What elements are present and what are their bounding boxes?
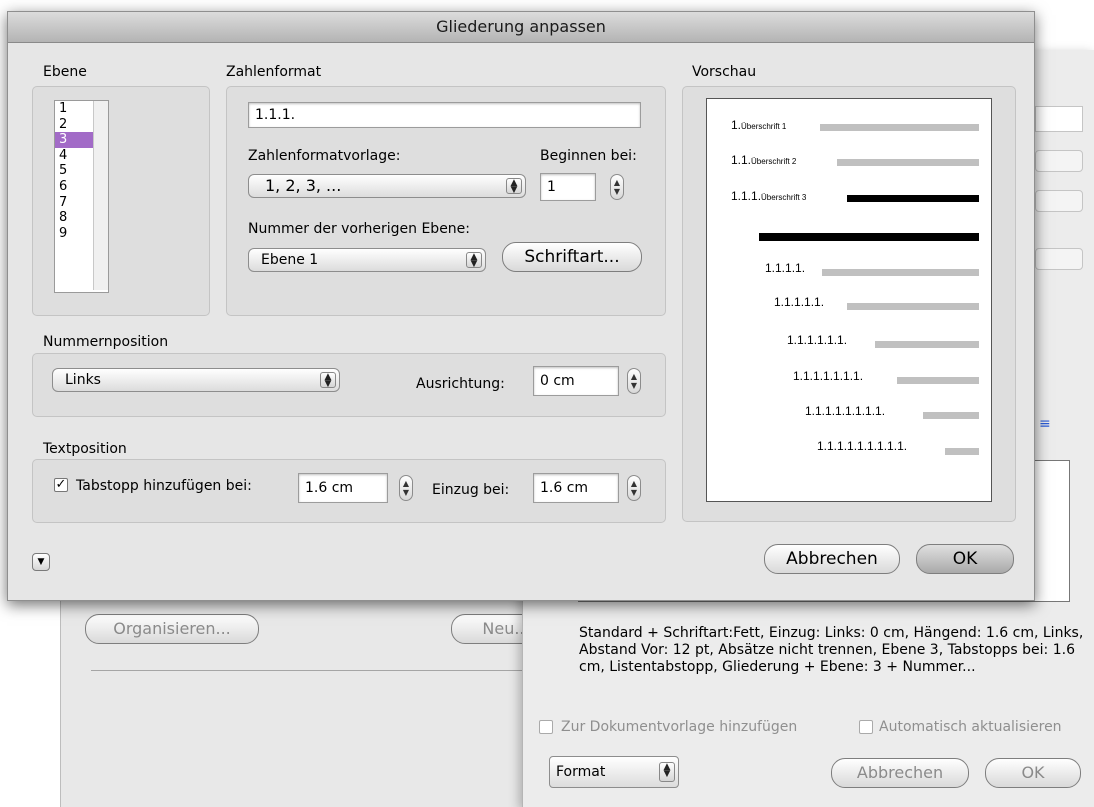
add-tab-label: Tabstopp hinzufügen bei:	[76, 478, 252, 494]
checkmark-icon: ✓	[55, 477, 67, 492]
dialog-title: Gliederung anpassen	[436, 17, 606, 36]
format-label: Format	[556, 764, 606, 780]
preview-bar	[820, 124, 979, 131]
start-at-stepper[interactable]: ▲ ▼	[610, 174, 624, 200]
cancel-button[interactable]: Abbrechen	[764, 544, 900, 574]
preview-bar	[945, 448, 979, 455]
preview-bar-selected	[847, 195, 979, 202]
popup-arrows-icon: ▲ ▼	[320, 372, 336, 389]
preview-line-1: 1.Überschrift 1	[731, 118, 787, 132]
auto-update-checkbox[interactable]	[859, 720, 873, 734]
indent-stepper[interactable]: ▲ ▼	[627, 475, 641, 501]
preview-bar	[837, 159, 979, 166]
add-tab-checkbox[interactable]: ✓	[54, 478, 68, 492]
start-at-label: Beginnen bei:	[540, 148, 637, 164]
number-alignment-popup[interactable]: Links ▲ ▼	[52, 368, 340, 392]
tab-position-field[interactable]: 1.6 cm	[298, 473, 388, 503]
preview-line-6: 1.1.1.1.1.	[774, 295, 825, 309]
level-list[interactable]: 123456789	[54, 100, 109, 293]
start-at-field[interactable]: 1	[540, 173, 596, 201]
add-to-template-checkbox[interactable]	[539, 720, 553, 734]
bg-popup-1	[1035, 150, 1083, 172]
divider	[91, 670, 551, 671]
bg-ok-button[interactable]: OK	[985, 758, 1081, 788]
preview-bar	[847, 303, 979, 310]
preview-line-7: 1.1.1.1.1.1.	[787, 333, 848, 347]
bg-cancel-button[interactable]: Abbrechen	[831, 758, 969, 788]
level-label: Ebene	[43, 64, 87, 80]
indent-field[interactable]: 1.6 cm	[533, 473, 619, 503]
preview-bar	[822, 269, 979, 276]
preview-line-9: 1.1.1.1.1.1.1.1.	[805, 404, 886, 418]
alignment-field[interactable]: 0 cm	[533, 366, 619, 396]
text-position-label: Textposition	[43, 441, 127, 457]
list-scrollbar[interactable]	[93, 101, 108, 290]
number-style-popup[interactable]: 1, 2, 3, ... ▲ ▼	[248, 174, 526, 198]
alignment-stepper[interactable]: ▲ ▼	[627, 368, 641, 394]
preview-bar-selected	[759, 233, 979, 241]
number-format-label: Zahlenformat	[226, 64, 322, 80]
preview-line-10: 1.1.1.1.1.1.1.1.1.	[817, 439, 908, 453]
auto-update-label: Automatisch aktualisieren	[879, 719, 1062, 735]
add-to-template-label: Zur Dokumentvorlage hinzufügen	[561, 719, 798, 735]
prev-level-label: Nummer der vorherigen Ebene:	[248, 221, 471, 237]
popup-arrows-icon: ▲ ▼	[506, 178, 522, 195]
preview-bar	[875, 341, 979, 348]
disclosure-button[interactable]: ▼	[32, 553, 50, 571]
number-alignment-value: Links	[65, 372, 101, 388]
preview-label: Vorschau	[692, 64, 757, 80]
popup-arrows-icon: ▲ ▼	[466, 252, 482, 269]
alignment-label: Ausrichtung:	[416, 376, 505, 392]
preview-line-2: 1.1.Überschrift 2	[731, 153, 797, 167]
style-description: Standard + Schriftart:Fett, Einzug: Link…	[579, 625, 1084, 675]
bg-popup-2	[1035, 190, 1083, 212]
tab-position-stepper[interactable]: ▲ ▼	[399, 475, 413, 501]
preview-line-8: 1.1.1.1.1.1.1.	[793, 369, 864, 383]
number-position-label: Nummernposition	[43, 334, 169, 350]
popup-arrows-icon: ▲ ▼	[659, 762, 675, 782]
number-format-field[interactable]: 1.1.1.	[248, 102, 641, 128]
prev-level-value: Ebene 1	[261, 252, 319, 268]
bg-popup-3	[1035, 248, 1083, 270]
format-popup[interactable]: Format ▲ ▼	[549, 756, 679, 788]
list-format-icon: ≡	[1039, 416, 1051, 432]
prev-level-popup[interactable]: Ebene 1 ▲ ▼	[248, 248, 486, 272]
preview-bar	[897, 377, 979, 384]
ok-button[interactable]: OK	[916, 544, 1014, 574]
preview-line-3: 1.1.1.Überschrift 3	[731, 189, 807, 203]
preview-page: 1.Überschrift 1 1.1.Überschrift 2 1.1.1.…	[706, 98, 992, 502]
font-button[interactable]: Schriftart...	[502, 242, 642, 272]
number-style-label: Zahlenformatvorlage:	[248, 148, 401, 164]
bg-field	[1035, 106, 1083, 132]
dialog-titlebar: Gliederung anpassen	[8, 12, 1034, 43]
organize-button[interactable]: Organisieren...	[85, 614, 259, 644]
customize-outline-dialog: Gliederung anpassen Ebene 123456789 Zahl…	[7, 11, 1035, 601]
preview-line-5: 1.1.1.1.	[765, 261, 806, 275]
indent-label: Einzug bei:	[432, 482, 510, 498]
number-style-value: 1, 2, 3, ...	[265, 176, 342, 195]
preview-bar	[923, 412, 979, 419]
